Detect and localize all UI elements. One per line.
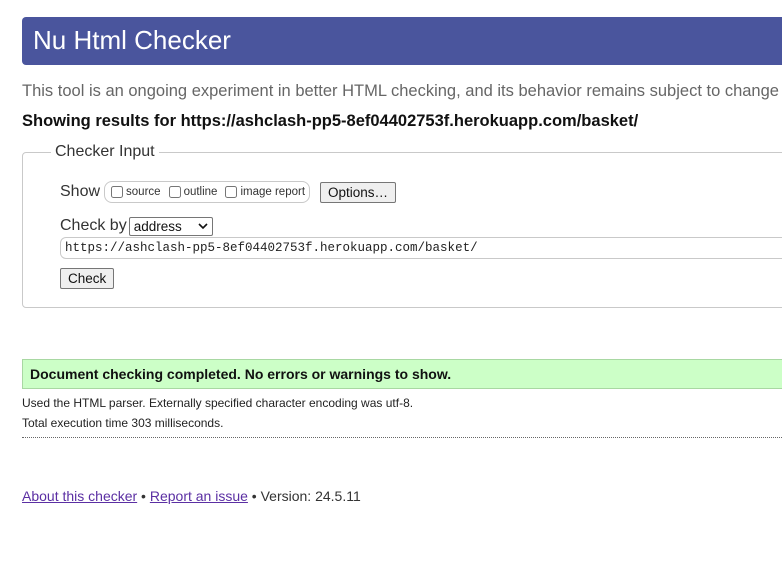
check-by-selected-value: address — [133, 218, 182, 234]
check-by-label: Check by — [60, 217, 127, 234]
check-by-select[interactable]: address — [128, 216, 213, 236]
url-input[interactable]: https://ashclash-pp5-8ef04402753f.heroku… — [60, 237, 782, 259]
page-header: Nu Html Checker — [22, 17, 782, 65]
show-source-option[interactable]: source — [109, 186, 161, 198]
success-message: Document checking completed. No errors o… — [22, 359, 782, 389]
report-issue-link[interactable]: Report an issue — [150, 488, 248, 504]
parser-info: Used the HTML parser. Externally specifi… — [22, 396, 414, 410]
image-report-checkbox-label: image report — [240, 186, 306, 198]
footer: About this checker • Report an issue • V… — [22, 488, 361, 504]
check-by-row: Check by address — [60, 215, 213, 237]
checker-input-legend: Checker Input — [55, 143, 155, 160]
source-checkbox-label: source — [126, 186, 161, 198]
chevron-down-icon — [198, 223, 208, 230]
source-checkbox[interactable] — [111, 186, 124, 198]
show-options-group: source outline image report — [104, 181, 311, 203]
show-outline-option[interactable]: outline — [167, 186, 218, 198]
about-checker-link[interactable]: About this checker — [22, 488, 137, 504]
options-button[interactable]: Options… — [320, 181, 397, 203]
check-button[interactable]: Check — [60, 268, 115, 289]
show-row: Show source outline image report Options… — [60, 181, 397, 203]
outline-checkbox-label: outline — [183, 186, 218, 198]
execution-time: Total execution time 303 milliseconds. — [22, 416, 224, 430]
image-report-checkbox[interactable] — [225, 186, 238, 198]
page-title: Nu Html Checker — [33, 25, 231, 55]
footer-separator: • — [247, 488, 261, 504]
results-heading: Showing results for https://ashclash-pp5… — [22, 112, 639, 130]
show-image-report-option[interactable]: image report — [223, 186, 305, 198]
footer-separator: • — [137, 488, 150, 504]
outline-checkbox[interactable] — [168, 186, 181, 198]
version-text: Version: 24.5.11 — [260, 488, 361, 504]
results-divider — [22, 437, 782, 438]
tagline: This tool is an ongoing experiment in be… — [22, 82, 779, 100]
show-label: Show — [60, 183, 101, 200]
